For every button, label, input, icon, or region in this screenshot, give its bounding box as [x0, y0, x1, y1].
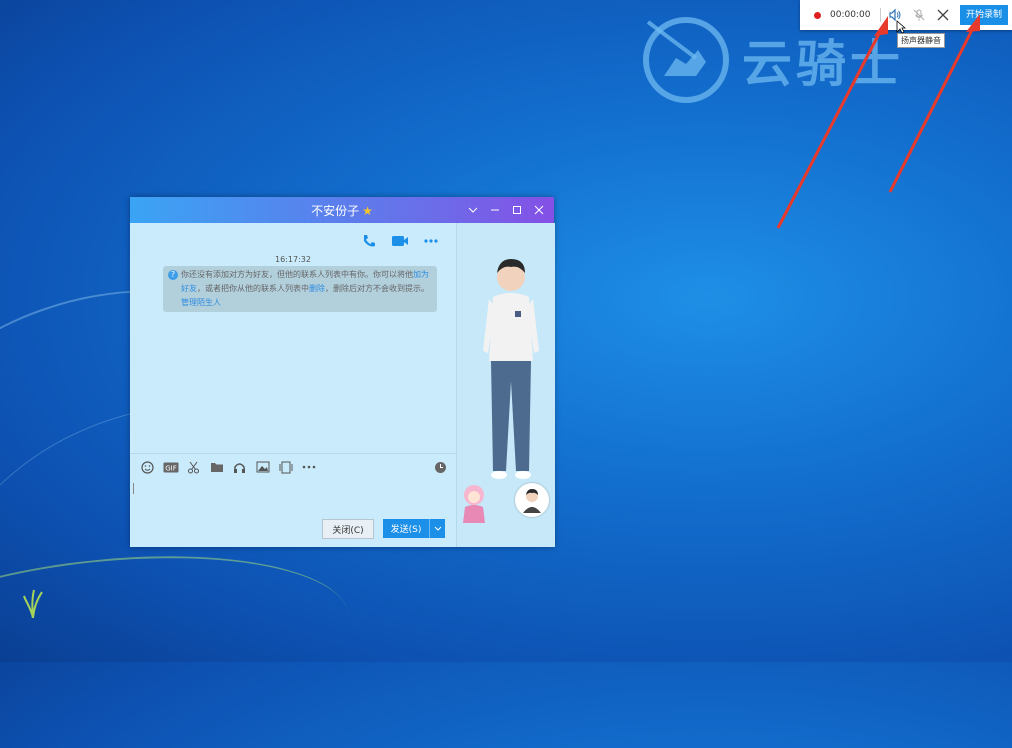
- scissors-icon: [188, 461, 199, 473]
- voice-call-button[interactable]: [353, 233, 384, 249]
- contact-name: 不安份子: [311, 204, 360, 218]
- send-options-button[interactable]: [429, 519, 445, 538]
- emoji-icon: [141, 460, 154, 474]
- avatar-icon: [523, 489, 541, 513]
- more-tools-button[interactable]: [297, 460, 320, 474]
- close-icon: [534, 205, 544, 215]
- wallpaper-leaf-icon: [23, 589, 43, 618]
- system-message: ? 你还没有添加对方为好友，但他的联系人列表中有你。你可以将他加为好友，或者把你…: [163, 266, 437, 312]
- record-timer: 00:00:00: [830, 10, 871, 20]
- minimize-button[interactable]: [484, 201, 506, 219]
- close-chat-button[interactable]: 关闭(C): [322, 519, 374, 539]
- self-avatar-figure: [463, 485, 485, 523]
- image-icon: [256, 461, 269, 473]
- screenshot-button[interactable]: [182, 460, 205, 474]
- manage-strangers-link[interactable]: 管理陌生人: [181, 298, 221, 307]
- star-icon: ★: [362, 204, 373, 218]
- system-message-text-2: ，或者把你从他的联系人列表中: [197, 284, 309, 293]
- clock-icon: [435, 461, 446, 473]
- close-icon: [937, 9, 949, 21]
- send-button-label: 发送(S): [390, 525, 422, 535]
- screen-recorder-toolbar: 00:00:00 开始录制: [800, 0, 1012, 30]
- contact-avatar-thumbnail[interactable]: [515, 483, 549, 517]
- contact-avatar-figure: [483, 259, 539, 479]
- maximize-button[interactable]: [506, 201, 528, 219]
- message-input[interactable]: [132, 479, 454, 513]
- video-call-button[interactable]: [384, 233, 415, 249]
- chevron-down-icon: [434, 526, 441, 531]
- mouse-cursor-icon: [896, 20, 906, 34]
- wallpaper-grass-streak: [0, 534, 358, 748]
- close-button[interactable]: [528, 201, 550, 219]
- toolbar-divider: [880, 8, 881, 22]
- music-icon: [234, 462, 245, 473]
- gif-button[interactable]: GIF: [159, 460, 182, 474]
- history-button[interactable]: [429, 460, 452, 474]
- more-options-button[interactable]: [415, 233, 446, 249]
- message-timestamp: 16:17:32: [275, 255, 311, 264]
- video-call-icon: [391, 236, 408, 246]
- close-recorder-button[interactable]: [933, 5, 953, 25]
- music-button[interactable]: [228, 460, 251, 474]
- knight-logo-icon: [643, 17, 729, 103]
- voice-call-icon: [363, 235, 375, 247]
- microphone-muted-icon: [913, 9, 925, 21]
- screen-share-button[interactable]: [274, 460, 297, 474]
- system-message-text-3: ，删除后对方不会收到提示。: [325, 284, 429, 293]
- message-area: 16:17:32 ? 你还没有添加对方为好友，但他的联系人列表中有你。你可以将他…: [130, 223, 456, 453]
- more-icon: [302, 465, 315, 469]
- show-panel: [456, 223, 555, 547]
- minimize-icon: [491, 209, 499, 211]
- file-button[interactable]: [205, 460, 228, 474]
- chat-title-bar[interactable]: 不安份子 ★: [130, 197, 554, 223]
- system-message-text-1: 你还没有添加对方为好友，但他的联系人列表中有你。你可以将他: [181, 270, 413, 279]
- watermark-text: 云骑士: [742, 35, 904, 93]
- more-icon: [423, 239, 438, 243]
- screen-share-icon: [279, 461, 292, 473]
- image-button[interactable]: [251, 460, 274, 474]
- svg-text:GIF: GIF: [165, 464, 177, 472]
- chevron-down-icon: [468, 207, 478, 213]
- microphone-toggle-button[interactable]: [909, 5, 929, 25]
- folder-icon: [210, 463, 223, 472]
- chat-window: 不安份子 ★ 16:17:32 ? 你还没有添加对方为好友，但他的联系人列表中有…: [130, 197, 555, 547]
- speaker-tooltip: 扬声器静音: [897, 33, 945, 48]
- send-button[interactable]: 发送(S): [383, 519, 445, 538]
- input-divider: [130, 453, 456, 454]
- delete-link[interactable]: 删除: [309, 284, 325, 293]
- emoji-button[interactable]: [136, 460, 159, 474]
- start-recording-button[interactable]: 开始录制: [959, 5, 1008, 25]
- text-caret: [133, 483, 134, 494]
- maximize-icon: [513, 206, 521, 214]
- record-indicator-icon: [814, 11, 821, 19]
- dropdown-button[interactable]: [462, 201, 484, 219]
- input-toolbar: GIF: [136, 460, 452, 474]
- question-icon: ?: [168, 270, 178, 280]
- gif-icon: GIF: [163, 462, 178, 472]
